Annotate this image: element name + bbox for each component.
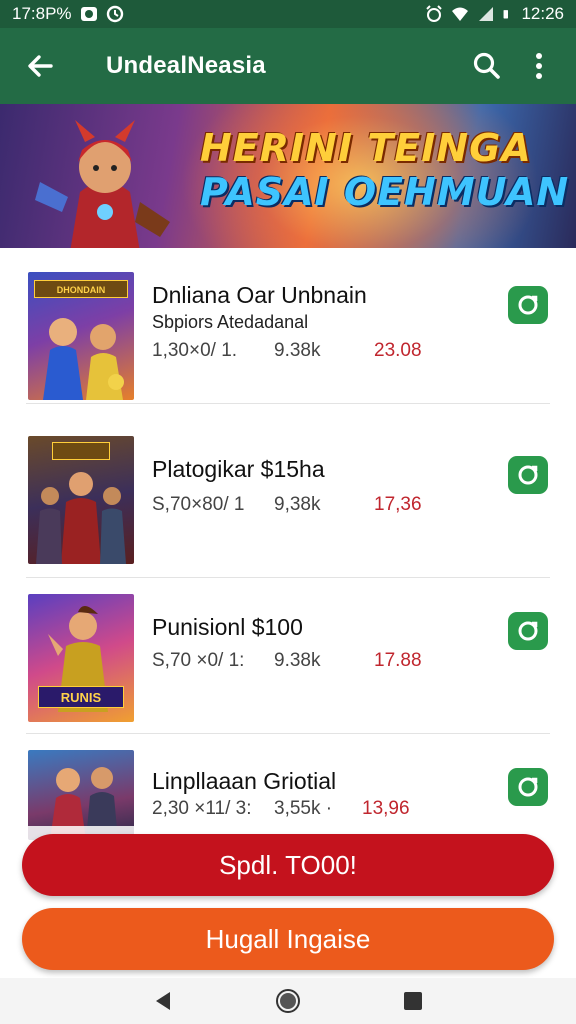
- search-button[interactable]: [464, 43, 510, 89]
- alarm-icon: [426, 5, 443, 22]
- item-price: 13,96: [362, 798, 410, 819]
- photo-icon: [80, 7, 97, 21]
- more-vert-icon: [536, 53, 542, 79]
- app-bar: UndealNeasia: [0, 28, 576, 104]
- nav-back-icon: [155, 992, 170, 1010]
- nav-recents-icon: [404, 992, 423, 1010]
- battery-icon: [504, 10, 509, 19]
- signal-icon: [479, 7, 494, 21]
- secondary-cta-button[interactable]: Hugall Ingaise: [22, 908, 554, 970]
- hero-character-illustration: [35, 120, 170, 248]
- system-nav-bar: [0, 978, 576, 1024]
- item-stat-2: 9.38k: [274, 340, 321, 361]
- item-stat-2: 3,55k ·: [274, 798, 333, 819]
- nav-home-icon: [275, 989, 300, 1013]
- item-action-button[interactable]: [508, 456, 548, 494]
- primary-cta-button[interactable]: Spdl. TO00!: [22, 834, 554, 896]
- nav-home-button[interactable]: [268, 981, 308, 1021]
- item-stat-2: 9,38k: [274, 494, 321, 515]
- back-button[interactable]: [0, 28, 80, 104]
- item-price: 17.88: [374, 650, 422, 671]
- item-meta: 2,30 ×11/ 3: 3,55k · 13,96: [152, 798, 410, 820]
- list-item[interactable]: Platogikar $15ha S,70×80/ 1 9,38k 17,36: [26, 422, 550, 578]
- status-time-right: 12:26: [521, 4, 564, 23]
- banner-title-line1: HERINI TEINGA: [200, 126, 532, 170]
- thumbnail-caption: RUNIS: [38, 686, 124, 708]
- thumbnail-caption: DHONDAIN: [34, 280, 128, 298]
- camera-icon: [518, 295, 538, 315]
- camera-icon: [518, 621, 538, 641]
- nav-back-button[interactable]: [143, 981, 183, 1021]
- banner-title-line2: PASAI OEHMUAN: [200, 170, 570, 214]
- item-meta: S,70 ×0/ 1: 9.38k 17.88: [152, 650, 422, 672]
- item-name: Dnliana Oar Unbnain: [152, 282, 367, 308]
- thumbnail-art: [36, 472, 126, 564]
- item-price: 23.08: [374, 340, 422, 361]
- item-thumbnail: DHONDAIN: [28, 272, 134, 400]
- item-price: 17,36: [374, 494, 422, 515]
- item-thumbnail: [28, 436, 134, 564]
- item-action-button[interactable]: [508, 286, 548, 324]
- list-item[interactable]: RUNIS Punisionl $100 S,70 ×0/ 1: 9.38k 1…: [26, 578, 550, 734]
- status-time-left: 17:8P%: [12, 4, 72, 23]
- wifi-icon: [452, 7, 469, 21]
- status-bar: 17:8P% 12:26: [0, 0, 576, 28]
- camera-icon: [518, 777, 538, 797]
- promo-banner[interactable]: HERINI TEINGA PASAI OEHMUAN: [0, 104, 576, 248]
- item-thumbnail: RUNIS: [28, 594, 134, 722]
- item-name: Platogikar $15ha: [152, 456, 325, 482]
- item-action-button[interactable]: [508, 768, 548, 806]
- clock-icon: [106, 5, 123, 23]
- item-stat-1: S,70×80/ 1: [152, 494, 245, 515]
- item-subtitle: Sbpiors Atedadanal: [152, 312, 309, 332]
- item-stat-2: 9.38k: [274, 650, 321, 671]
- camera-icon: [518, 465, 538, 485]
- item-stat-1: 2,30 ×11/ 3:: [152, 798, 252, 819]
- item-meta: 1,30×0/ 1. 9.38k 23.08: [152, 340, 422, 362]
- overflow-menu-button[interactable]: [516, 43, 562, 89]
- item-name: Linpllaaan Griotial: [152, 768, 337, 794]
- thumbnail-art: [43, 318, 124, 400]
- nav-recents-button[interactable]: [393, 981, 433, 1021]
- list-item[interactable]: DHONDAIN Dnliana Oar Unbnain Sbpiors Ate…: [26, 248, 550, 404]
- item-stat-1: 1,30×0/ 1.: [152, 340, 238, 361]
- item-name: Punisionl $100: [152, 614, 303, 640]
- item-meta: S,70×80/ 1 9,38k 17,36: [152, 494, 422, 516]
- item-stat-1: S,70 ×0/ 1:: [152, 650, 245, 671]
- arrow-back-icon: [28, 55, 53, 77]
- app-title: UndealNeasia: [106, 52, 266, 79]
- item-action-button[interactable]: [508, 612, 548, 650]
- search-icon: [473, 52, 500, 79]
